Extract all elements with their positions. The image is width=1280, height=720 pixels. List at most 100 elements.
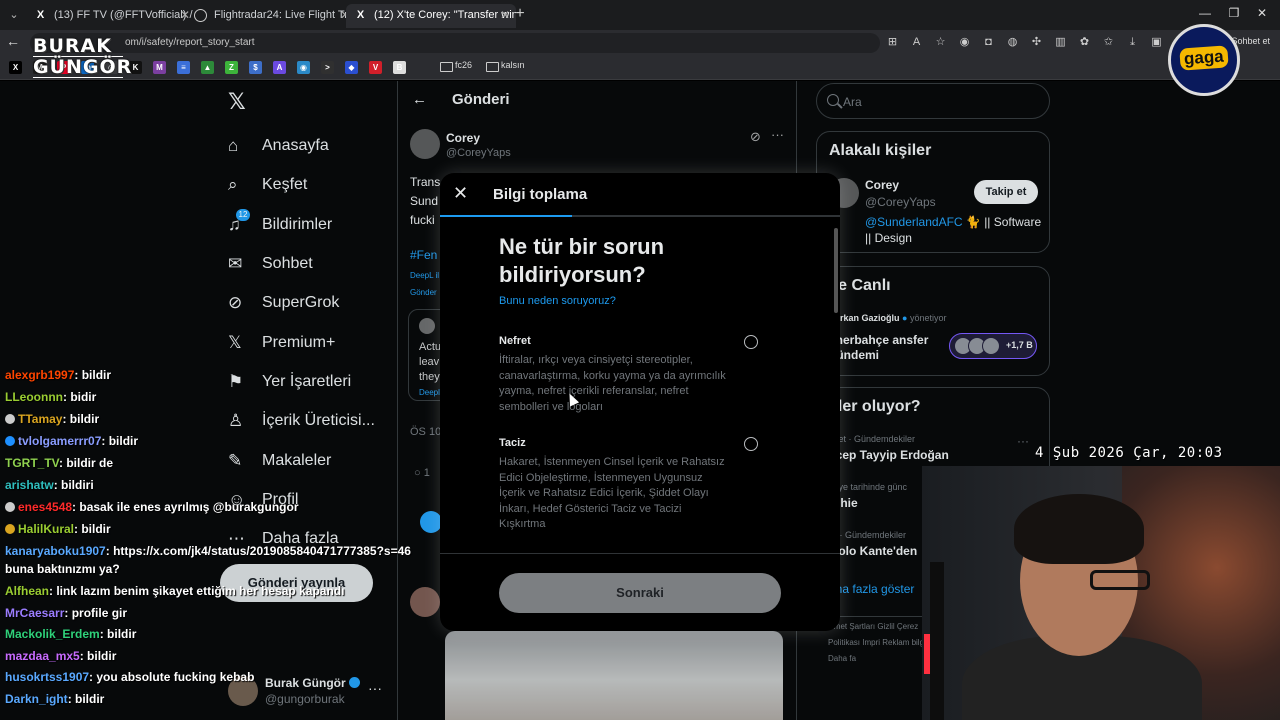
option-description: Hakaret, İstenmeyen Cinsel İçerik ve Rah…: [499, 456, 725, 530]
shield-icon[interactable]: ◍: [1005, 35, 1020, 50]
close-icon[interactable]: ✕: [453, 183, 468, 204]
bookmark-icon[interactable]: ◉: [297, 61, 310, 74]
chat-badge-icon: [5, 524, 15, 534]
tab-label: Flightradar24: Live Flight Tracker -: [214, 9, 356, 21]
chat-message: buna baktınızmı ya?: [5, 562, 120, 576]
split-screen-icon[interactable]: ▥: [1053, 35, 1068, 50]
download-icon[interactable]: ⤓: [1125, 35, 1140, 50]
radio-button[interactable]: [744, 437, 758, 451]
favorites-icon[interactable]: ✩: [1101, 35, 1116, 50]
bookmark-icon[interactable]: A: [273, 61, 286, 74]
webcam-person: [1014, 494, 1144, 564]
bookmark-icon[interactable]: M: [153, 61, 166, 74]
new-tab-icon[interactable]: +: [511, 4, 529, 24]
chat-username: enes4548: [18, 500, 73, 514]
microphone-arm: [930, 562, 944, 720]
webcam-feed: [922, 466, 1280, 720]
tab-label: (12) X'te Corey: "Transfer window c: [374, 9, 516, 21]
browser-tab[interactable]: Flightradar24: Live Flight Tracker - ✕: [186, 4, 356, 28]
bookmark-icon[interactable]: >: [321, 61, 334, 74]
chat-username: TGRT_TV: [5, 456, 60, 470]
chat-username: kanaryaboku1907: [5, 544, 106, 558]
option-description: İftiralar, ırkçı veya cinsiyetçi stereot…: [499, 354, 726, 413]
bookmark-icon[interactable]: ◆: [345, 61, 358, 74]
tab-label: (13) FF TV (@FFTVofficial) / X: [54, 9, 196, 21]
star-icon[interactable]: ☆: [933, 35, 948, 50]
glasses-icon[interactable]: ◉: [957, 35, 972, 50]
chat-text: : bildir: [74, 522, 111, 536]
progress-bar: [440, 215, 840, 217]
bookmark-icon[interactable]: X: [9, 61, 22, 74]
copilot-icon[interactable]: ✿: [1077, 35, 1092, 50]
extension-toolbar: ⊞ A ☆ ◉ ◘ ◍ ✣ ▥ ✿ ✩ ⤓ ▣: [885, 35, 1164, 50]
grid-icon[interactable]: ⊞: [885, 35, 900, 50]
bookmark-folder[interactable]: fc26: [440, 60, 472, 72]
bookmark-folder[interactable]: kalsın: [486, 60, 525, 72]
chat-badge-icon: [5, 436, 15, 446]
logo-line: BURAK: [33, 36, 123, 57]
chat-username: mazdaa_mx5: [5, 649, 80, 663]
chat-username: alexgrb1997: [5, 368, 75, 382]
next-button[interactable]: Sonraki: [499, 573, 781, 613]
collections-icon[interactable]: ▣: [1149, 35, 1164, 50]
chat-username: arishatw: [5, 478, 54, 492]
tab-menu-icon[interactable]: ⌄: [4, 5, 24, 25]
chat-username: HalilKural: [18, 522, 75, 536]
minimize-icon[interactable]: —: [1195, 6, 1215, 20]
chat-badge-icon: [5, 502, 15, 512]
browser-tab[interactable]: X (13) FF TV (@FFTVofficial) / X ✕: [26, 4, 196, 28]
scrollbar[interactable]: [834, 228, 838, 313]
address-bar-row: ← om/i/safety/report_story_start ⊞ A ☆ ◉…: [0, 30, 1280, 56]
bookmark-icon[interactable]: ≡: [177, 61, 190, 74]
bookmark-icon[interactable]: Z: [225, 61, 238, 74]
chat-text: : bildir: [101, 434, 139, 448]
chat-message: tvlolgamerrr07: bildir: [5, 434, 138, 448]
browser-tab-bar: ⌄ X (13) FF TV (@FFTVofficial) / X ✕ Fli…: [0, 0, 1280, 30]
maximize-icon[interactable]: ❐: [1224, 6, 1244, 20]
bookmark-icon[interactable]: B: [393, 61, 406, 74]
chat-text: : bildir: [67, 692, 105, 706]
chat-text: : https://x.com/jk4/status/2019085840471…: [105, 544, 411, 558]
chat-message: HalilKural: bildir: [5, 522, 111, 536]
back-arrow-icon[interactable]: ←: [6, 33, 20, 49]
chat-message: TGRT_TV: bildir de: [5, 456, 113, 470]
chat-username: husokrtss1907: [5, 670, 90, 684]
report-option-nefret[interactable]: Nefret İftiralar, ırkçı veya cinsiyetçi …: [499, 335, 769, 415]
puzzle-icon[interactable]: ✣: [1029, 35, 1044, 50]
url-field[interactable]: om/i/safety/report_story_start: [30, 33, 880, 53]
chat-text: : profile gir: [64, 606, 128, 620]
chat-message: Mackolik_Erdem: bildir: [5, 627, 136, 641]
radio-button[interactable]: [744, 335, 758, 349]
chat-text: : bildiri: [53, 478, 94, 492]
browser-tab-active[interactable]: X (12) X'te Corey: "Transfer window c ✕: [346, 4, 516, 28]
dialog-heading: Ne tür bir sorun bildiriyorsun?: [499, 234, 665, 287]
dialog-title: Bilgi toplama: [493, 186, 588, 203]
chat-button[interactable]: Sohbet et: [1231, 36, 1270, 46]
chat-message: MrCaesarr: profile gir: [5, 606, 127, 620]
stream-datetime: 4 Şub 2026 Çar, 20:03: [1035, 445, 1223, 461]
window-close-icon[interactable]: ✕: [1252, 6, 1272, 20]
chat-message: enes4548: basak ile enes ayrılmış @burak…: [5, 500, 299, 514]
chat-text: : basak ile enes ayrılmış @burakgungor: [72, 500, 299, 514]
camera-icon[interactable]: ◘: [981, 35, 996, 50]
chat-text: : link lazım benim şikayet ettiğim her h…: [49, 584, 345, 598]
report-option-taciz[interactable]: Taciz Hakaret, İstenmeyen Cinsel İçerik …: [499, 437, 769, 533]
close-icon[interactable]: ✕: [500, 4, 510, 26]
chat-text: buna baktınızmı ya?: [5, 562, 120, 576]
why-asking-link[interactable]: Bunu neden soruyoruz?: [499, 295, 616, 307]
chat-message: arishatw: bildiri: [5, 478, 94, 492]
chat-message: kanaryaboku1907: https://x.com/jk4/statu…: [5, 544, 411, 558]
read-aloud-icon[interactable]: A: [909, 35, 924, 50]
bookmark-icon[interactable]: $: [249, 61, 262, 74]
chat-message: Alfhean: link lazım benim şikayet ettiği…: [5, 584, 344, 598]
bookmark-icon[interactable]: V: [369, 61, 382, 74]
progress-fill: [440, 215, 572, 217]
webcam-person: [1090, 570, 1150, 590]
webcam-light: [924, 634, 930, 674]
gaga-logo-text: gaga: [1179, 45, 1229, 71]
option-title: Nefret: [499, 335, 531, 347]
bookmark-icon[interactable]: ▲: [201, 61, 214, 74]
chat-text: : bildir de: [59, 456, 114, 470]
chat-text: : bidir: [62, 390, 97, 404]
chat-username: LLeoonnn: [5, 390, 63, 404]
